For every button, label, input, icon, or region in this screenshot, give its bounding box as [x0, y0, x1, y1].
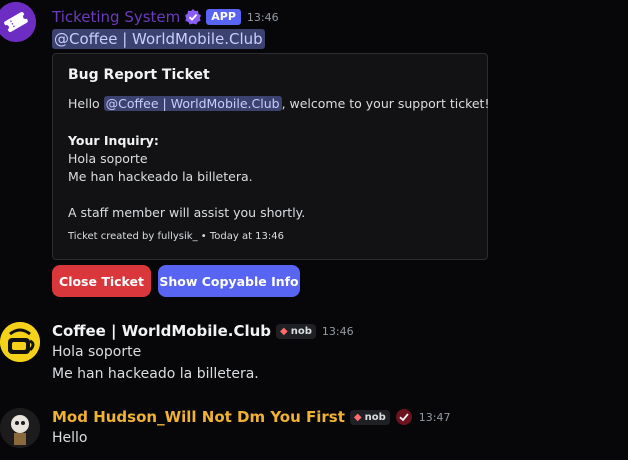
author-name[interactable]: Mod Hudson_Will Not Dm You First: [52, 408, 345, 426]
message-line: Hola soporte: [52, 344, 142, 360]
shield-tag-icon: ◆: [353, 411, 362, 423]
timestamp[interactable]: 13:46: [322, 325, 354, 338]
inquiry-label: Your Inquiry:: [68, 133, 159, 148]
close-ticket-button[interactable]: Close Ticket: [52, 265, 151, 297]
inquiry-line: Hola soporte: [68, 151, 148, 166]
shield-tag-icon: ◆: [280, 325, 288, 337]
embed-welcome-line: Hello @Coffee | WorldMobile.Club, welcom…: [68, 96, 489, 111]
embed-mention[interactable]: @Coffee | WorldMobile.Club: [103, 96, 282, 111]
user-mention[interactable]: @Coffee | WorldMobile.Club: [52, 29, 265, 49]
timestamp[interactable]: 13:47: [419, 411, 451, 424]
ticket-embed: Bug Report Ticket Hello @Coffee | WorldM…: [52, 53, 489, 260]
author-name[interactable]: Ticketing System: [52, 8, 180, 26]
verified-icon: [185, 9, 202, 25]
role-check-icon: [395, 409, 412, 425]
app-badge: APP: [206, 9, 241, 25]
mod-hudson-avatar[interactable]: [0, 408, 40, 448]
embed-welcome: , welcome to your support ticket!: [281, 96, 490, 111]
inquiry-line: Me han hackeado la billetera.: [68, 169, 253, 184]
cup-icon: [0, 322, 40, 362]
embed-title: Bug Report Ticket: [68, 67, 210, 83]
ticketing-system-avatar[interactable]: [0, 2, 36, 42]
embed-hello: Hello: [68, 96, 100, 111]
timestamp[interactable]: 13:46: [247, 11, 279, 24]
mod-avatar-image: [0, 408, 40, 448]
tag-label: nob: [364, 411, 386, 423]
tag-label: nob: [290, 325, 312, 337]
user-tag[interactable]: ◆ nob: [276, 323, 316, 339]
show-copyable-info-button[interactable]: Show Copyable Info: [158, 265, 300, 297]
author-name[interactable]: Coffee | WorldMobile.Club: [52, 322, 271, 340]
user-tag[interactable]: ◆ nob: [349, 409, 390, 425]
message-line: Hello: [52, 430, 88, 446]
ticket-icon: [0, 2, 36, 42]
embed-footer: Ticket created by fullysik_ • Today at 1…: [68, 231, 284, 242]
coffee-avatar[interactable]: [0, 322, 40, 362]
staff-note: A staff member will assist you shortly.: [68, 205, 306, 220]
message-line: Me han hackeado la billetera.: [52, 366, 259, 382]
